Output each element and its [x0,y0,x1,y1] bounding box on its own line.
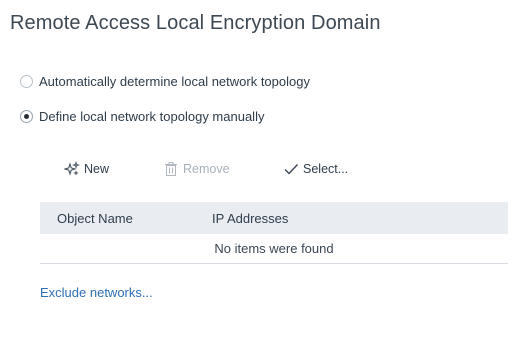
radio-auto-topology[interactable]: Automatically determine local network to… [20,74,310,89]
checkmark-icon [283,161,299,177]
radio-button[interactable] [20,75,33,88]
remove-button-label: Remove [183,162,230,176]
new-button-label: New [84,162,110,176]
remove-button[interactable]: Remove [163,158,230,180]
exclude-networks-link[interactable]: Exclude networks... [40,285,153,300]
trash-icon [163,161,179,177]
table-header: Object Name IP Addresses [40,202,508,234]
objects-table: Object Name IP Addresses No items were f… [40,202,508,264]
column-header-object-name[interactable]: Object Name [57,211,133,226]
column-header-ip-addresses[interactable]: IP Addresses [212,211,288,226]
radio-manual-topology-label: Define local network topology manually [39,109,265,124]
sparkle-icon [63,161,80,177]
radio-button-checked[interactable] [20,110,33,123]
select-button[interactable]: Select... [283,158,348,180]
empty-table-message: No items were found [40,234,508,264]
select-button-label: Select... [303,162,349,176]
radio-auto-topology-label: Automatically determine local network to… [39,74,310,89]
toolbar: New Remove Select... [0,158,523,180]
radio-manual-topology[interactable]: Define local network topology manually [20,109,264,124]
radio-dot-icon [24,114,29,119]
new-button[interactable]: New [63,158,110,180]
page-title: Remote Access Local Encryption Domain [10,12,381,34]
